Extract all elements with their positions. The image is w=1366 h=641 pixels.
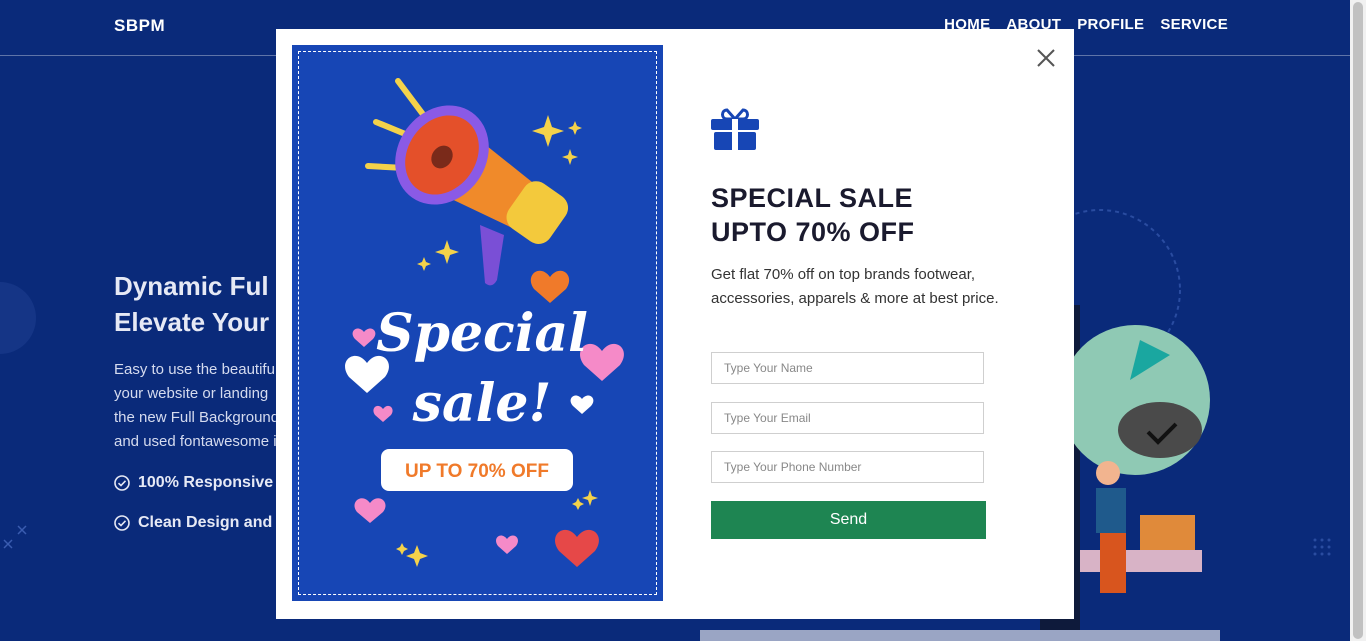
send-button[interactable]: Send bbox=[711, 501, 986, 539]
modal-heading: SPECIAL SALE UPTO 70% OFF bbox=[711, 181, 915, 249]
special-sale-modal: Special sale! UP TO 70% OFF SPECIAL SALE… bbox=[276, 29, 1074, 619]
promo-dashed-border bbox=[298, 51, 657, 595]
name-input[interactable] bbox=[711, 352, 984, 384]
promo-banner: Special sale! UP TO 70% OFF bbox=[292, 45, 663, 601]
modal-description: Get flat 70% off on top brands footwear,… bbox=[711, 266, 999, 307]
hero-feature-label: Clean Design and C bbox=[138, 514, 289, 531]
gift-icon bbox=[711, 108, 759, 150]
modal-heading-line1: SPECIAL SALE bbox=[711, 183, 914, 213]
hero-feature-2: Clean Design and C bbox=[114, 514, 288, 532]
page-scrollbar[interactable] bbox=[1350, 0, 1366, 641]
check-circle-icon bbox=[114, 475, 130, 491]
email-input[interactable] bbox=[711, 402, 984, 434]
check-circle-icon bbox=[114, 515, 130, 531]
hero-feature-1: 100% Responsive P bbox=[114, 474, 288, 492]
modal-heading-line2: UPTO 70% OFF bbox=[711, 217, 915, 247]
close-icon[interactable] bbox=[1034, 46, 1058, 70]
scrollbar-thumb[interactable] bbox=[1353, 2, 1363, 639]
hero-feature-label: 100% Responsive P bbox=[138, 474, 289, 491]
phone-input[interactable] bbox=[711, 451, 984, 483]
